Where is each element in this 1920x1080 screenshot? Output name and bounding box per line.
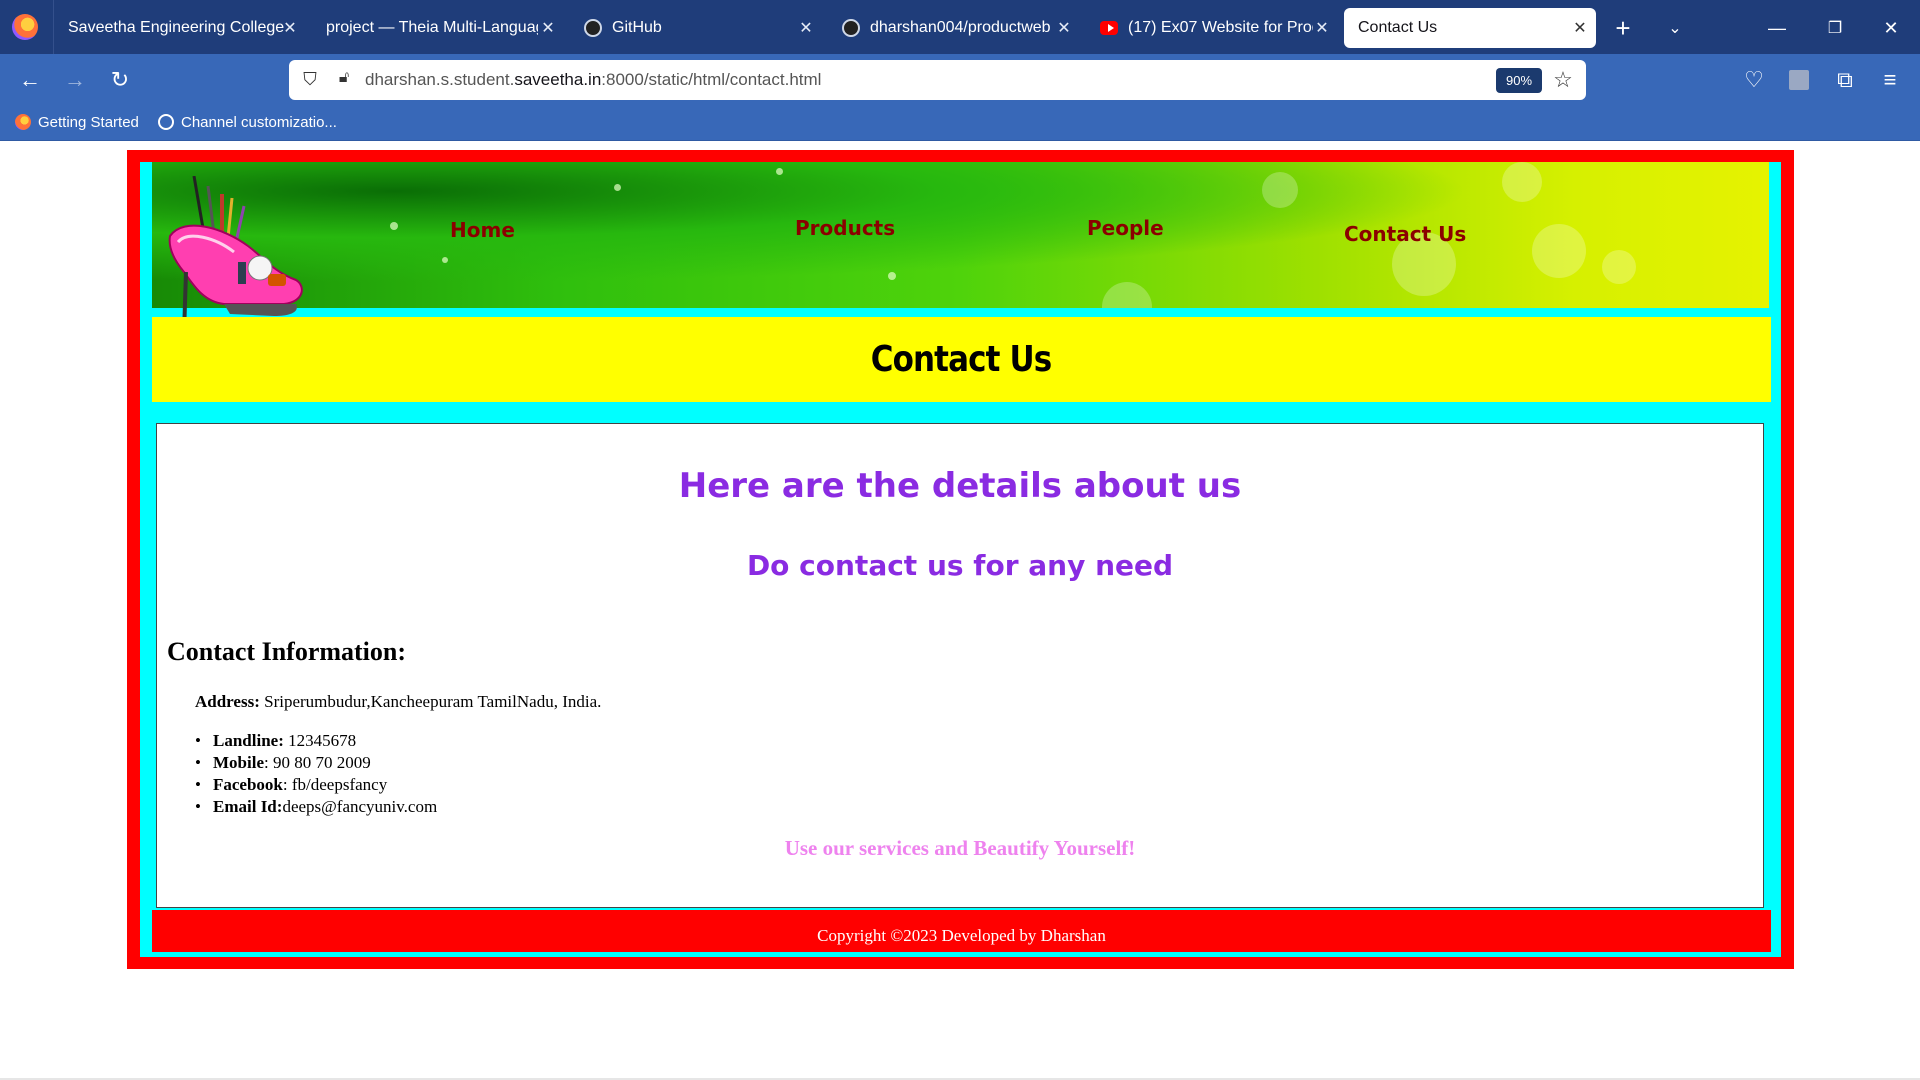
bookmark-getting-started[interactable]: Getting Started — [14, 113, 139, 131]
tab-contact-us[interactable]: Contact Us ✕ — [1344, 8, 1596, 48]
minimize-button[interactable]: — — [1762, 14, 1792, 42]
nav-link-people[interactable]: People — [1087, 216, 1164, 240]
close-tab-icon[interactable]: ✕ — [538, 18, 558, 38]
tab-title: (17) Ex07 Website for Produ — [1128, 19, 1313, 36]
nav-link-products[interactable]: Products — [795, 216, 895, 240]
close-tab-icon[interactable]: ✕ — [1570, 18, 1590, 38]
cosmetics-shoe-logo — [168, 176, 303, 334]
contact-list: Landline: 12345678 Mobile: 90 80 70 2009… — [195, 731, 437, 819]
extensions-puzzle-icon[interactable]: ⧉ — [1829, 64, 1861, 96]
contact-information-title: Contact Information: — [167, 637, 407, 666]
extension-square-icon[interactable] — [1783, 64, 1815, 96]
close-tab-icon[interactable]: ✕ — [1312, 18, 1332, 38]
tab-title: Saveetha Engineering College — [68, 19, 285, 36]
page-title-band: Contact Us — [152, 317, 1771, 402]
app-menu-icon[interactable]: ≡ — [1874, 64, 1906, 96]
browser-tab-bar: Saveetha Engineering College ✕ project —… — [0, 0, 1920, 54]
tab-title: project — Theia Multi-Language — [326, 19, 538, 36]
list-item: Mobile: 90 80 70 2009 — [195, 753, 437, 775]
bookmark-label: Getting Started — [38, 113, 139, 131]
bookmark-label: Channel customizatio... — [181, 113, 337, 131]
browser-navigation-bar: ← → ↻ ⛉ 🔓︎ dharshan.s.student.saveetha.i… — [0, 54, 1920, 106]
tab-github[interactable]: GitHub ✕ — [570, 8, 822, 48]
close-tab-icon[interactable]: ✕ — [796, 18, 816, 38]
github-icon — [842, 19, 860, 37]
firefox-icon — [14, 113, 32, 131]
header-banner: Home Products People Contact Us — [152, 162, 1769, 308]
page-frame: Home Products People Contact Us Contact … — [140, 162, 1781, 957]
tab-youtube[interactable]: (17) Ex07 Website for Produ ✕ — [1086, 8, 1338, 48]
zoom-level-badge[interactable]: 90% — [1496, 68, 1542, 93]
address-label: Address: — [195, 692, 260, 711]
restore-button[interactable]: ❐ — [1820, 14, 1850, 42]
forward-arrow-icon[interactable]: → — [59, 64, 91, 96]
nav-link-home[interactable]: Home — [450, 218, 515, 242]
youtube-icon — [1100, 19, 1118, 37]
bookmark-channel-customization[interactable]: Channel customizatio... — [157, 113, 337, 131]
close-tab-icon[interactable]: ✕ — [1054, 18, 1074, 38]
contact-content-box: Here are the details about us Do contact… — [156, 423, 1764, 908]
firefox-menu-icon[interactable] — [12, 14, 38, 40]
heading-details: Here are the details about us — [678, 466, 1242, 506]
page-title: Contact Us — [871, 339, 1052, 380]
address-value: Sriperumbudur,Kancheepuram TamilNadu, In… — [259, 692, 602, 711]
tab-theia[interactable]: project — Theia Multi-Language ✕ — [312, 8, 564, 48]
page-red-border: Home Products People Contact Us Contact … — [127, 150, 1794, 969]
lock-icon[interactable]: 🔓︎ — [333, 69, 355, 91]
tab-productweb[interactable]: dharshan004/productweb ✕ — [828, 8, 1080, 48]
tagline: Use our services and Beautify Yourself! — [784, 836, 1136, 860]
copyright-footer: Copyright ©2023 Developed by Dharshan — [152, 910, 1771, 952]
new-tab-button[interactable]: + — [1608, 13, 1638, 43]
pocket-icon[interactable]: ♡ — [1738, 64, 1770, 96]
address-line: Address: Sriperumbudur,Kancheepuram Tami… — [195, 692, 601, 712]
list-tabs-chevron-icon[interactable]: ⌄ — [1660, 14, 1690, 42]
close-window-button[interactable]: ✕ — [1876, 14, 1906, 42]
reload-icon[interactable]: ↻ — [104, 64, 136, 96]
tab-title: GitHub — [612, 19, 662, 36]
bookmarks-toolbar: Getting Started Channel customizatio... — [0, 106, 1920, 141]
tab-title: Contact Us — [1358, 19, 1438, 36]
tab-title: dharshan004/productweb — [870, 19, 1051, 36]
back-arrow-icon[interactable]: ← — [14, 64, 46, 96]
github-icon — [584, 19, 602, 37]
address-bar[interactable]: ⛉ 🔓︎ dharshan.s.student.saveetha.in:8000… — [289, 60, 1586, 100]
url-text[interactable]: dharshan.s.student.saveetha.in:8000/stat… — [365, 70, 821, 90]
close-tab-icon[interactable]: ✕ — [280, 18, 300, 38]
bookmark-star-icon[interactable]: ☆ — [1549, 66, 1577, 94]
globe-icon — [157, 113, 175, 131]
shield-icon[interactable]: ⛉ — [299, 69, 321, 91]
list-item: Landline: 12345678 — [195, 731, 437, 753]
tab-saveetha[interactable]: Saveetha Engineering College ✕ — [54, 8, 306, 48]
nav-link-contact-us[interactable]: Contact Us — [1344, 222, 1466, 246]
list-item: Email Id:deeps@fancyuniv.com — [195, 797, 437, 819]
list-item: Facebook: fb/deepsfancy — [195, 775, 437, 797]
heading-contact: Do contact us for any need — [746, 549, 1174, 582]
